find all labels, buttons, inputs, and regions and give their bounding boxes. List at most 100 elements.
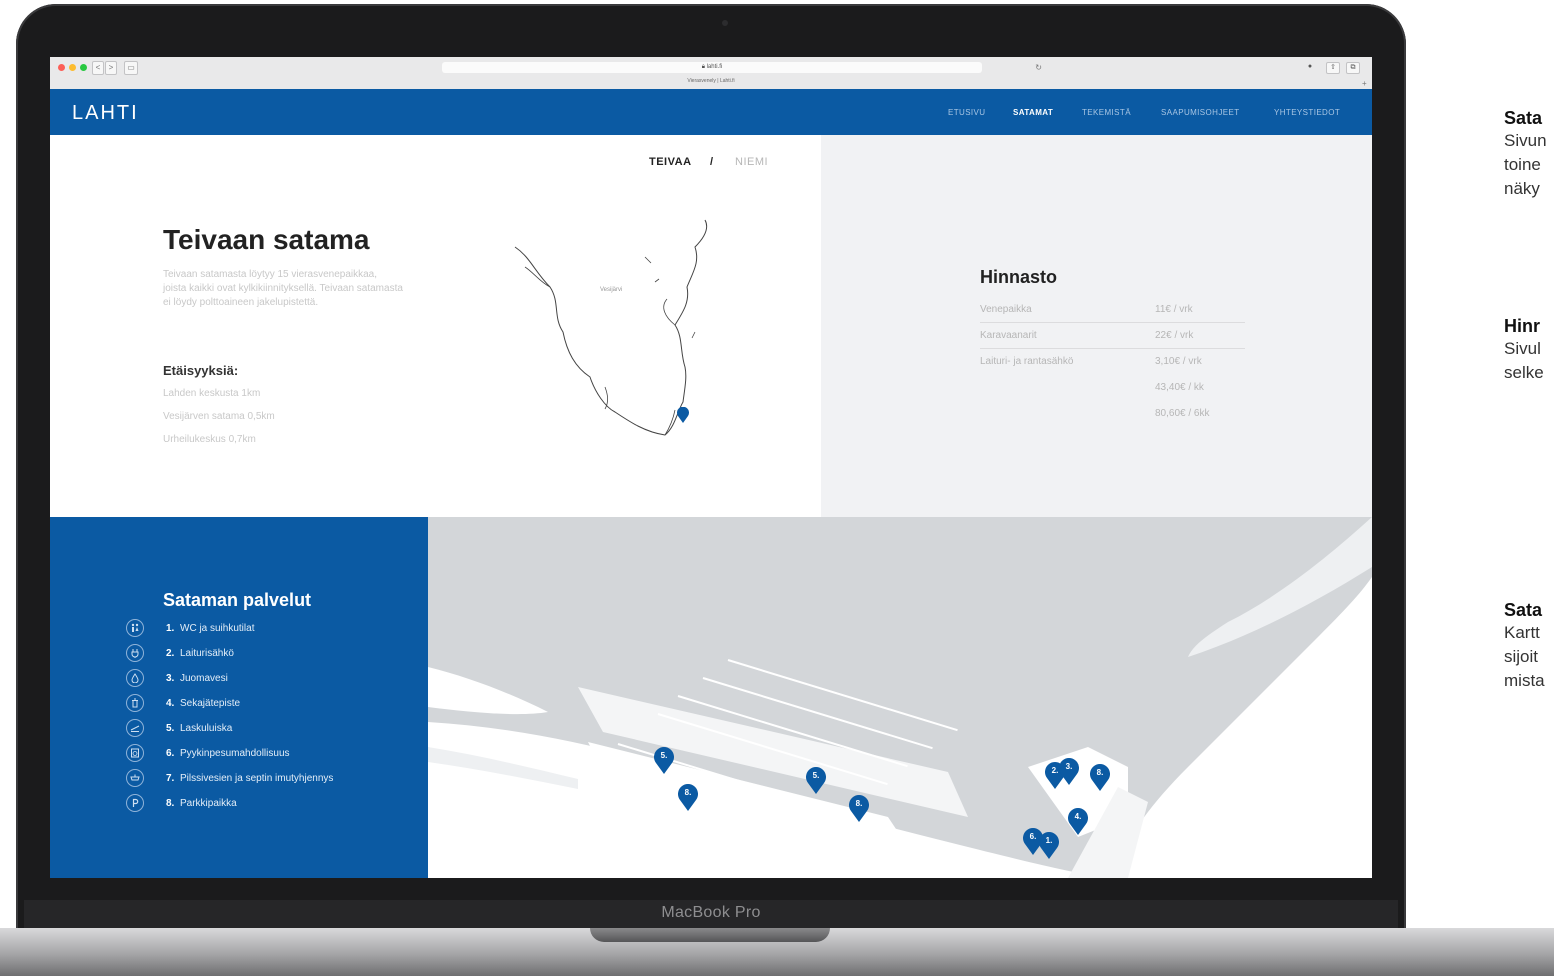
map-pin-launch-ramp[interactable]: 5.: [653, 746, 675, 774]
service-item: 6. Pyykinpesumahdollisuus: [126, 744, 386, 764]
side-note-1: Sata Sivun toine näky: [1504, 108, 1554, 201]
map-pin-parking[interactable]: 8.: [677, 783, 699, 811]
tab-teivaa[interactable]: TEIVAA: [649, 156, 692, 168]
service-item: 4. Sekajätepiste: [126, 694, 386, 714]
camera: [722, 20, 728, 26]
service-number: 1.: [166, 623, 175, 634]
forward-button[interactable]: >: [105, 61, 117, 75]
laundry-icon: [126, 744, 144, 762]
water-drop-icon: [126, 669, 144, 687]
price-divider: [980, 348, 1245, 349]
side-note-title: Hinr: [1504, 316, 1540, 336]
services-heading: Sataman palvelut: [163, 590, 312, 610]
site-header: LAHTI ETUSIVU SATAMAT TEKEMISTÄ SAAPUMIS…: [50, 89, 1372, 135]
new-tab-button[interactable]: +: [1362, 79, 1367, 88]
side-note-line: näky: [1504, 179, 1540, 198]
extension-icon[interactable]: ●: [1304, 62, 1316, 72]
side-note-3: Sata Kartt sijoit mista: [1504, 600, 1554, 693]
side-note-title: Sata: [1504, 600, 1543, 620]
nav-etusivu[interactable]: ETUSIVU: [948, 108, 985, 117]
map-pin-launch-ramp[interactable]: 5.: [805, 766, 827, 794]
price-value: 11€ / vrk: [1155, 304, 1193, 315]
reload-icon[interactable]: ↻: [1035, 62, 1042, 73]
close-dot[interactable]: [58, 64, 65, 71]
minimize-dot[interactable]: [69, 64, 76, 71]
nav-tekemista[interactable]: TEKEMISTÄ: [1082, 108, 1131, 117]
price-value: 80,60€ / 6kk: [1155, 408, 1210, 419]
map-pin-parking[interactable]: 8.: [848, 794, 870, 822]
boat-ramp-icon: [126, 719, 144, 737]
harbor-description: Teivaan satamasta löytyy 15 vierasvenepa…: [163, 269, 403, 308]
pin-label: 5.: [660, 751, 668, 760]
distance-item: Urheilukeskus 0,7km: [163, 434, 256, 445]
pump-icon: [126, 769, 144, 787]
service-label: Juomavesi: [180, 673, 228, 684]
map-pin-wc[interactable]: 1.: [1038, 831, 1060, 859]
service-item: 7. Pilssivesien ja septin imutyhjennys: [126, 769, 386, 789]
tab-title: Vierasvenely | Lahti.fi: [687, 78, 735, 84]
service-number: 8.: [166, 798, 175, 809]
price-label: Laituri- ja rantasähkö: [980, 356, 1074, 367]
lake-label: Vesijärvi: [600, 287, 623, 293]
browser-chrome: < > ▭ 🔒︎ lahti.fi ↻ Vierasvenely | Lahti…: [50, 57, 1372, 90]
distance-item: Lahden keskusta 1km: [163, 388, 261, 399]
map-pin-parking[interactable]: 8.: [1089, 763, 1111, 791]
service-item: 8. Parkkipaikka: [126, 794, 386, 814]
service-number: 6.: [166, 748, 175, 759]
pin-label: 5.: [812, 771, 820, 780]
price-value: 3,10€ / vrk: [1155, 356, 1202, 367]
url-text: lahti.fi: [706, 64, 723, 70]
share-icon[interactable]: ⇧: [1326, 62, 1340, 74]
pin-label: 3.: [1065, 762, 1073, 771]
laptop-screen: < > ▭ 🔒︎ lahti.fi ↻ Vierasvenely | Lahti…: [50, 57, 1372, 878]
wc-icon: [126, 619, 144, 637]
sidebar-button[interactable]: ▭: [124, 61, 138, 75]
service-label: Pyykinpesumahdollisuus: [180, 748, 290, 759]
side-note-line: toine: [1504, 155, 1541, 174]
side-note-line: Kartt: [1504, 623, 1540, 642]
map-pin-waste[interactable]: 4.: [1067, 807, 1089, 835]
service-number: 2.: [166, 648, 175, 659]
service-label: WC ja suihkutilat: [180, 623, 255, 634]
price-panel-bg: [821, 135, 1372, 517]
nav-satamat[interactable]: SATAMAT: [1013, 108, 1053, 117]
side-note-line: selke: [1504, 363, 1544, 382]
map-pin-drinking-water[interactable]: 3.: [1058, 757, 1080, 785]
harbor-map-land: [428, 517, 1372, 878]
pin-label: 8.: [684, 788, 692, 797]
nav-saapumisohjeet[interactable]: SAAPUMISOHJEET: [1161, 108, 1240, 117]
address-bar[interactable]: 🔒︎ lahti.fi ↻: [442, 62, 1042, 73]
service-label: Pilssivesien ja septin imutyhjennys: [180, 773, 334, 784]
price-value: 22€ / vrk: [1155, 330, 1194, 341]
parking-icon: [126, 794, 144, 812]
service-number: 7.: [166, 773, 175, 784]
side-note-title: Sata: [1504, 108, 1543, 128]
nav-yhteystiedot[interactable]: YHTEYSTIEDOT: [1274, 108, 1340, 117]
side-note-line: mista: [1504, 671, 1545, 690]
side-note-line: sijoit: [1504, 647, 1539, 666]
side-note-2: Hinr Sivul selke: [1504, 316, 1554, 385]
service-label: Laskuluiska: [180, 723, 233, 734]
service-number: 4.: [166, 698, 175, 709]
power-icon: [126, 644, 144, 662]
lahti-logo[interactable]: LAHTI: [72, 102, 139, 125]
side-note-line: Sivul: [1504, 339, 1541, 358]
service-number: 3.: [166, 673, 175, 684]
laptop-chin: MacBook Pro: [24, 900, 1398, 928]
maximize-dot[interactable]: [80, 64, 87, 71]
tabs-icon[interactable]: ⧉: [1346, 62, 1360, 74]
price-divider: [980, 322, 1245, 323]
service-label: Parkkipaikka: [180, 798, 237, 809]
page-title: Teivaan satama: [163, 224, 370, 255]
back-button[interactable]: <: [92, 61, 104, 75]
price-label: Venepaikka: [980, 304, 1032, 315]
harbor-map[interactable]: 5. 8. 5. 8. 2. 3. 8. 4. 6. 1.: [428, 517, 1372, 878]
pin-label: 8.: [1096, 768, 1104, 777]
pin-label: 8.: [855, 799, 863, 808]
service-label: Sekajätepiste: [180, 698, 241, 709]
tab-niemi[interactable]: NIEMI: [735, 156, 768, 168]
distance-item: Vesijärven satama 0,5km: [163, 411, 275, 422]
price-label: Karavaanarit: [980, 330, 1037, 341]
service-label: Laiturisähkö: [180, 648, 234, 659]
laptop-base: [0, 928, 1554, 976]
